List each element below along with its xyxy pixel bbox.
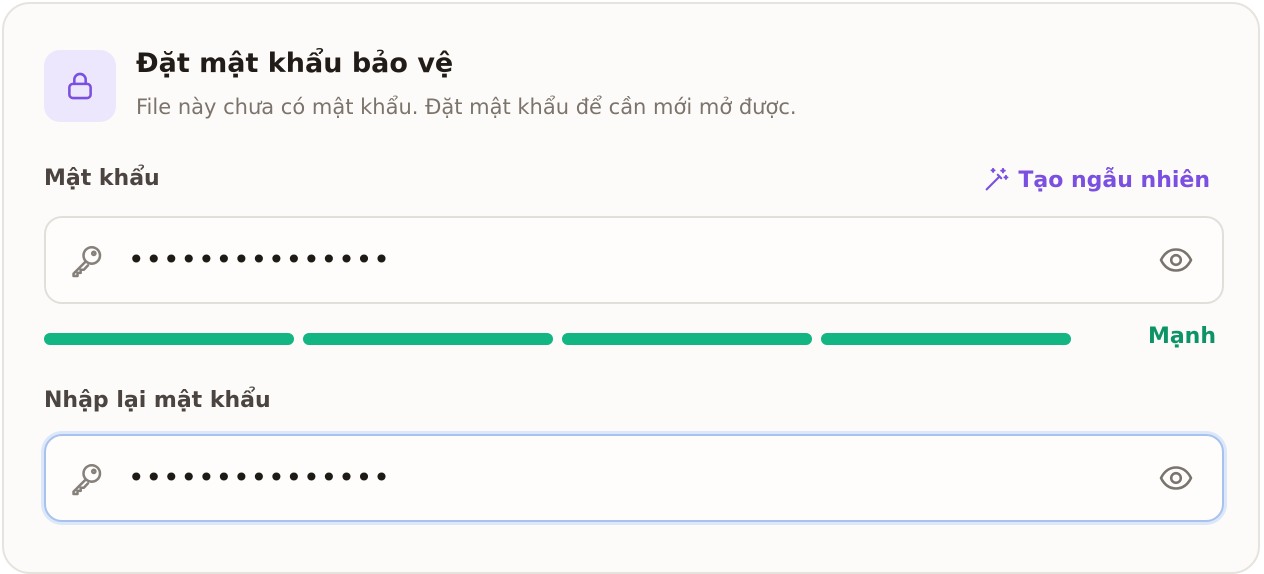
password-label: Mật khẩu: [44, 166, 160, 191]
strength-label: Mạnh: [1147, 324, 1216, 349]
confirm-password-input[interactable]: •••••••••••••••: [128, 436, 391, 520]
strength-segment: [562, 333, 812, 345]
set-password-card: Đặt mật khẩu bảo vệ File này chưa có mật…: [2, 2, 1260, 574]
confirm-password-field[interactable]: •••••••••••••••: [44, 434, 1224, 522]
magic-wand-icon: [985, 167, 1009, 191]
eye-icon[interactable]: [1158, 460, 1194, 496]
strength-meter: [44, 333, 1071, 345]
eye-icon[interactable]: [1158, 242, 1194, 278]
password-field[interactable]: •••••••••••••••: [44, 216, 1224, 304]
generate-random-label: Tạo ngẫu nhiên: [1018, 167, 1210, 193]
strength-segment: [821, 333, 1071, 345]
generate-random-button[interactable]: Tạo ngẫu nhiên: [982, 166, 1210, 194]
strength-segment: [44, 333, 294, 345]
key-icon: [72, 245, 102, 278]
dialog-subtitle: File này chưa có mật khẩu. Đặt mật khẩu …: [136, 95, 797, 119]
lock-icon-box: [44, 50, 116, 122]
password-input[interactable]: •••••••••••••••: [128, 218, 391, 302]
lock-icon: [68, 72, 92, 100]
dialog-title: Đặt mật khẩu bảo vệ: [136, 48, 454, 79]
key-icon: [72, 463, 102, 496]
confirm-password-label: Nhập lại mật khẩu: [44, 388, 271, 413]
strength-segment: [303, 333, 553, 345]
